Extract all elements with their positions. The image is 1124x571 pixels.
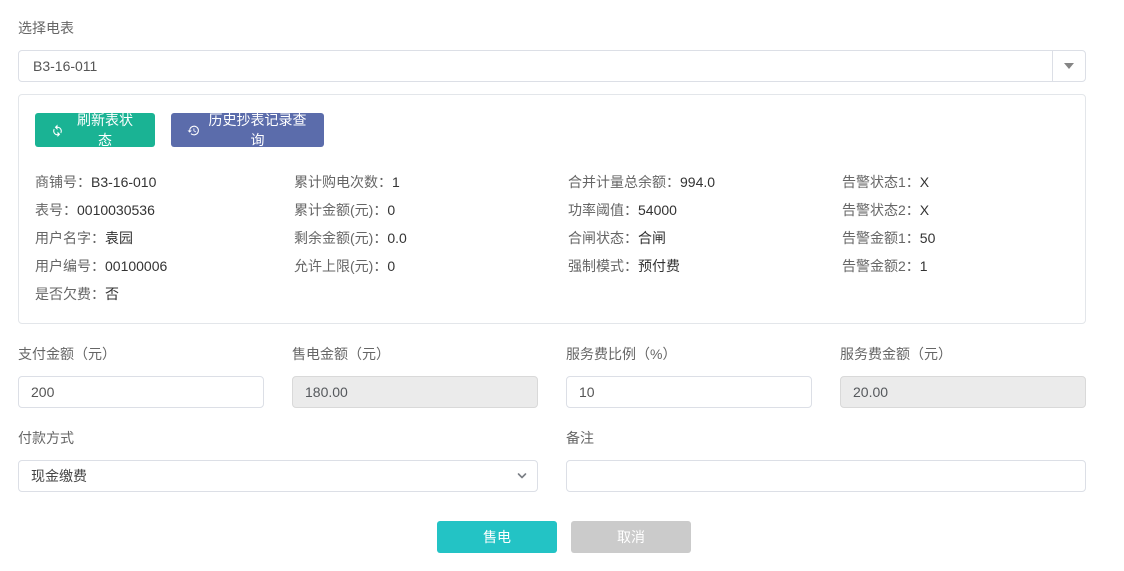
field-service-fee-amount: 服务费金额（元） bbox=[840, 346, 1086, 408]
panel-button-row: 刷新表状态 历史抄表记录查询 bbox=[35, 113, 1069, 147]
meter-status-panel: 刷新表状态 历史抄表记录查询 商铺号：B3-16-010 表号：00100305… bbox=[18, 94, 1086, 324]
info-value: B3-16-010 bbox=[91, 174, 156, 190]
payment-method-select-wrap: 现金缴费 bbox=[18, 460, 538, 492]
info-column-totals: 累计购电次数：1 累计金额(元)：0 剩余金额(元)：0.0 允许上限(元)：0 bbox=[294, 168, 568, 308]
payment-form-row-1: 支付金额（元） 售电金额（元） 服务费比例（%） 服务费金额（元） bbox=[18, 346, 1086, 408]
info-item-alarm-state-1: 告警状态1：X bbox=[842, 168, 1069, 196]
info-label: 商铺号： bbox=[35, 174, 91, 190]
meter-select-value[interactable]: B3-16-011 bbox=[19, 51, 1052, 81]
info-item-arrears: 是否欠费：否 bbox=[35, 280, 294, 308]
info-item-alarm-amount-2: 告警金额2：1 bbox=[842, 252, 1069, 280]
info-item-combined-balance: 合并计量总余额：994.0 bbox=[568, 168, 842, 196]
info-value: 1 bbox=[392, 174, 400, 190]
info-column-shop: 商铺号：B3-16-010 表号：0010030536 用户名字：袁园 用户编号… bbox=[35, 168, 294, 308]
info-item-power-threshold: 功率阈值：54000 bbox=[568, 196, 842, 224]
info-label: 表号： bbox=[35, 202, 77, 218]
meter-select-caret-button[interactable] bbox=[1052, 51, 1085, 81]
info-value: 合闸 bbox=[638, 230, 666, 246]
info-column-meter-state: 合并计量总余额：994.0 功率阈值：54000 合闸状态：合闸 强制模式：预付… bbox=[568, 168, 842, 308]
info-item-purchase-count: 累计购电次数：1 bbox=[294, 168, 568, 196]
info-value: 1 bbox=[920, 258, 928, 274]
info-value: 否 bbox=[105, 286, 119, 302]
sell-electricity-page: 选择电表 B3-16-011 刷新表状态 历史抄表记录查询 bbox=[0, 0, 1124, 553]
history-icon bbox=[187, 124, 200, 137]
field-sell-amount: 售电金额（元） bbox=[292, 346, 538, 408]
info-value: 0 bbox=[387, 202, 395, 218]
info-value: 预付费 bbox=[638, 258, 680, 274]
info-label: 合并计量总余额： bbox=[568, 174, 680, 190]
info-value: 54000 bbox=[638, 202, 677, 218]
info-label: 累计购电次数： bbox=[294, 174, 392, 190]
payment-method-select[interactable]: 现金缴费 bbox=[18, 460, 538, 492]
info-value: 0 bbox=[387, 258, 395, 274]
info-item-switch-state: 合闸状态：合闸 bbox=[568, 224, 842, 252]
payment-form-row-2: 付款方式 现金缴费 备注 bbox=[18, 430, 1086, 492]
pay-amount-input[interactable] bbox=[18, 376, 264, 408]
info-label: 是否欠费： bbox=[35, 286, 105, 302]
info-label: 剩余金额(元)： bbox=[294, 230, 387, 246]
service-fee-ratio-input[interactable] bbox=[566, 376, 812, 408]
history-readings-query-button[interactable]: 历史抄表记录查询 bbox=[171, 113, 324, 147]
cancel-button[interactable]: 取消 bbox=[571, 521, 691, 553]
caret-down-icon bbox=[1064, 63, 1074, 69]
info-value: 00100006 bbox=[105, 258, 167, 274]
meter-select-dropdown[interactable]: B3-16-011 bbox=[18, 50, 1086, 82]
info-value: 994.0 bbox=[680, 174, 715, 190]
info-item-user-id: 用户编号：00100006 bbox=[35, 252, 294, 280]
field-payment-method: 付款方式 现金缴费 bbox=[18, 430, 538, 492]
info-label: 告警金额1： bbox=[842, 230, 920, 246]
remark-input[interactable] bbox=[566, 460, 1086, 492]
info-value: X bbox=[920, 202, 929, 218]
refresh-button-label: 刷新表状态 bbox=[71, 110, 139, 150]
info-label: 累计金额(元)： bbox=[294, 202, 387, 218]
info-label: 强制模式： bbox=[568, 258, 638, 274]
info-label: 告警状态2： bbox=[842, 202, 920, 218]
refresh-icon bbox=[51, 124, 64, 137]
info-label: 允许上限(元)： bbox=[294, 258, 387, 274]
service-fee-amount-input bbox=[840, 376, 1086, 408]
info-label: 用户编号： bbox=[35, 258, 105, 274]
remark-label: 备注 bbox=[566, 430, 1086, 447]
info-item-meter-no: 表号：0010030536 bbox=[35, 196, 294, 224]
field-remark: 备注 bbox=[566, 430, 1086, 492]
info-value: 50 bbox=[920, 230, 936, 246]
history-button-label: 历史抄表记录查询 bbox=[207, 110, 308, 150]
info-item-shop-no: 商铺号：B3-16-010 bbox=[35, 168, 294, 196]
sell-electricity-button[interactable]: 售电 bbox=[437, 521, 557, 553]
meter-select-label: 选择电表 bbox=[18, 20, 1106, 37]
info-label: 告警金额2： bbox=[842, 258, 920, 274]
refresh-meter-status-button[interactable]: 刷新表状态 bbox=[35, 113, 155, 147]
service-fee-ratio-label: 服务费比例（%） bbox=[566, 346, 812, 363]
info-label: 合闸状态： bbox=[568, 230, 638, 246]
info-column-alarms: 告警状态1：X 告警状态2：X 告警金额1：50 告警金额2：1 bbox=[842, 168, 1069, 308]
action-button-row: 售电 取消 bbox=[18, 521, 1110, 553]
pay-amount-label: 支付金额（元） bbox=[18, 346, 264, 363]
info-label: 功率阈值： bbox=[568, 202, 638, 218]
info-item-alarm-state-2: 告警状态2：X bbox=[842, 196, 1069, 224]
payment-method-label: 付款方式 bbox=[18, 430, 538, 447]
info-item-remaining-amount: 剩余金额(元)：0.0 bbox=[294, 224, 568, 252]
sell-amount-input bbox=[292, 376, 538, 408]
info-item-allowed-limit: 允许上限(元)：0 bbox=[294, 252, 568, 280]
info-item-force-mode: 强制模式：预付费 bbox=[568, 252, 842, 280]
meter-info-grid: 商铺号：B3-16-010 表号：0010030536 用户名字：袁园 用户编号… bbox=[35, 168, 1069, 308]
info-label: 用户名字： bbox=[35, 230, 105, 246]
info-value: X bbox=[920, 174, 929, 190]
field-service-fee-ratio: 服务费比例（%） bbox=[566, 346, 812, 408]
info-item-alarm-amount-1: 告警金额1：50 bbox=[842, 224, 1069, 252]
sell-amount-label: 售电金额（元） bbox=[292, 346, 538, 363]
field-pay-amount: 支付金额（元） bbox=[18, 346, 264, 408]
service-fee-amount-label: 服务费金额（元） bbox=[840, 346, 1086, 363]
info-value: 袁园 bbox=[105, 230, 133, 246]
info-item-user-name: 用户名字：袁园 bbox=[35, 224, 294, 252]
info-item-total-amount: 累计金额(元)：0 bbox=[294, 196, 568, 224]
info-label: 告警状态1： bbox=[842, 174, 920, 190]
info-value: 0010030536 bbox=[77, 202, 155, 218]
info-value: 0.0 bbox=[387, 230, 406, 246]
